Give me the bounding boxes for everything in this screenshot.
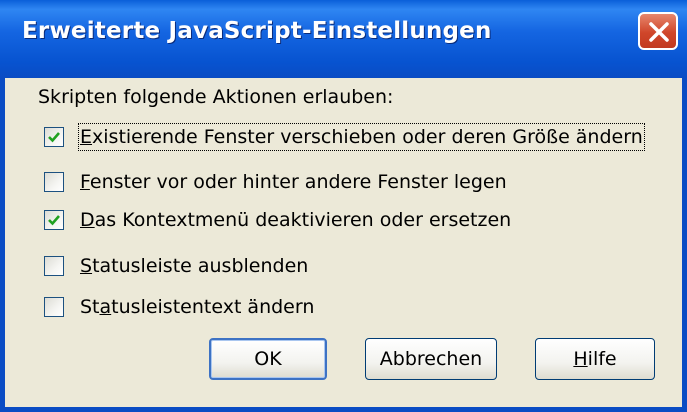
cancel-button[interactable]: Abbrechen	[365, 338, 497, 380]
checkmark-icon	[48, 215, 60, 226]
close-icon	[649, 22, 669, 42]
checkmark-icon	[48, 132, 60, 143]
checkbox[interactable]	[44, 172, 64, 192]
checkbox[interactable]	[44, 256, 64, 276]
checkbox[interactable]	[44, 210, 64, 230]
option-label: Statusleiste ausblenden	[80, 255, 309, 277]
checkbox[interactable]	[44, 127, 64, 147]
dialog-title: Erweiterte JavaScript-Einstellungen	[22, 18, 492, 44]
help-button[interactable]: Hilfe	[535, 338, 655, 380]
option-label: Fenster vor oder hinter andere Fenster l…	[80, 171, 507, 193]
option-label: Statusleistentext ändern	[80, 296, 315, 318]
checkbox[interactable]	[44, 297, 64, 317]
option-label: Das Kontextmenü deaktivieren oder ersetz…	[80, 209, 512, 231]
ok-button[interactable]: OK	[209, 338, 327, 380]
dialog-window: Erweiterte JavaScript-Einstellungen Skri…	[0, 0, 687, 412]
option-label: Existierende Fenster verschieben oder de…	[78, 123, 645, 151]
window-frame-left	[0, 78, 5, 412]
window-frame-right	[682, 78, 687, 412]
title-bar[interactable]: Erweiterte JavaScript-Einstellungen	[0, 0, 687, 78]
options-prompt: Skripten folgende Aktionen erlauben:	[38, 86, 394, 108]
close-button[interactable]	[638, 12, 678, 50]
window-frame-bottom	[0, 407, 687, 412]
